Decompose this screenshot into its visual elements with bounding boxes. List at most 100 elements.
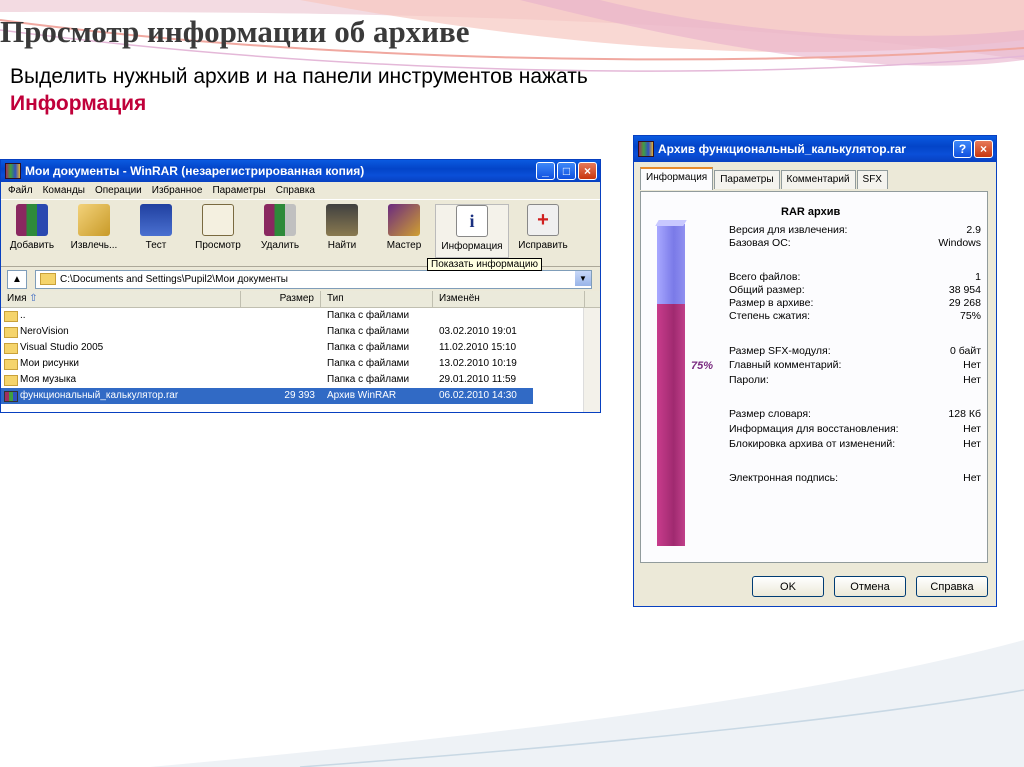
column-size[interactable]: Размер <box>241 291 321 307</box>
help-button[interactable]: Справка <box>916 576 988 597</box>
dialog-title: Архив функциональный_калькулятор.rar <box>658 142 906 156</box>
tab-comment[interactable]: Комментарий <box>780 170 856 189</box>
extract-icon <box>78 204 110 236</box>
close-button[interactable]: × <box>578 162 597 180</box>
file-size <box>241 356 321 372</box>
tool-label: Просмотр <box>195 240 241 251</box>
slide-instructions: Выделить нужный архив и на панели инстру… <box>10 63 588 117</box>
dialog-titlebar[interactable]: Архив функциональный_калькулятор.rar ? × <box>634 136 996 162</box>
file-modified: 13.02.2010 10:19 <box>439 358 517 369</box>
file-modified: 11.02.2010 15:10 <box>439 342 517 353</box>
file-row-selected[interactable]: функциональный_калькулятор.rar 29 393 Ар… <box>1 388 533 404</box>
info-row: Общий размер: 38 954 <box>729 284 981 297</box>
file-row[interactable]: NeroVision Папка с файлами 03.02.2010 19… <box>1 324 600 340</box>
winrar-app-icon <box>5 163 21 179</box>
repair-button[interactable]: + Исправить <box>509 204 577 251</box>
find-button[interactable]: Найти <box>311 204 373 251</box>
address-field[interactable]: C:\Documents and Settings\Pupil2\Мои док… <box>35 269 592 289</box>
file-size <box>241 324 321 340</box>
wizard-icon <box>388 204 420 236</box>
info-value: 29 268 <box>948 297 981 309</box>
folder-icon <box>4 374 18 386</box>
column-name[interactable]: Имя ⇧ <box>1 291 241 307</box>
file-modified <box>433 308 585 324</box>
info-icon: i <box>456 205 488 237</box>
info-row: Размер в архиве: 29 268 <box>729 297 981 310</box>
repair-icon: + <box>527 204 559 236</box>
file-row[interactable]: Моя музыка Папка с файлами 29.01.2010 11… <box>1 372 600 388</box>
winrar-titlebar[interactable]: Мои документы - WinRAR (незарегистрирова… <box>1 160 600 182</box>
winrar-window-title: Мои документы - WinRAR (незарегистрирова… <box>25 164 365 178</box>
minimize-button[interactable]: _ <box>536 162 555 180</box>
view-button[interactable]: Просмотр <box>187 204 249 251</box>
compression-ratio-label: 75% <box>691 360 714 372</box>
tab-sfx[interactable]: SFX <box>856 170 888 189</box>
tool-label: Добавить <box>9 240 55 251</box>
test-button[interactable]: Тест <box>125 204 187 251</box>
info-value: Нет <box>963 359 981 371</box>
extract-button[interactable]: Извлечь... <box>63 204 125 251</box>
ok-button[interactable]: OK <box>752 576 824 597</box>
info-row: Информация для восстановления: Нет <box>729 423 981 436</box>
menu-help[interactable]: Справка <box>271 185 320 196</box>
delete-button[interactable]: Удалить <box>249 204 311 251</box>
up-folder-button[interactable]: ▲ <box>7 269 27 289</box>
maximize-button[interactable]: □ <box>557 162 576 180</box>
info-key: Размер в архиве: <box>729 297 814 309</box>
help-icon[interactable]: ? <box>953 140 972 158</box>
info-value: 128 Кб <box>948 408 981 420</box>
info-row: Базовая ОС: Windows <box>729 237 981 250</box>
tool-label: Найти <box>327 240 357 251</box>
column-type[interactable]: Тип <box>321 291 433 307</box>
compression-ratio-bar <box>655 220 687 546</box>
toolbar: Добавить Извлечь... Тест Просмотр Удалит… <box>1 199 600 271</box>
info-key: Информация для восстановления: <box>729 423 899 435</box>
cancel-button[interactable]: Отмена <box>834 576 906 597</box>
column-modified[interactable]: Изменён <box>433 291 585 307</box>
wizard-button[interactable]: Мастер <box>373 204 435 251</box>
rar-archive-icon <box>638 141 654 157</box>
info-value: 2.9 <box>966 224 981 236</box>
menu-commands[interactable]: Команды <box>38 185 90 196</box>
info-key: Электронная подпись: <box>729 472 839 484</box>
info-key: Пароли: <box>729 374 769 386</box>
menu-bar: Файл Команды Операции Избранное Параметр… <box>1 182 600 199</box>
folder-icon <box>4 342 18 354</box>
ratio-bar-remaining <box>657 224 685 304</box>
vertical-scrollbar[interactable] <box>583 308 600 412</box>
tab-options[interactable]: Параметры <box>714 170 780 189</box>
file-row[interactable]: Visual Studio 2005 Папка с файлами 11.02… <box>1 340 600 356</box>
menu-file[interactable]: Файл <box>3 185 38 196</box>
info-value: 0 байт <box>949 345 981 357</box>
chevron-down-icon[interactable]: ▼ <box>575 270 591 286</box>
menu-favorites[interactable]: Избранное <box>147 185 208 196</box>
info-value: 75% <box>959 310 981 322</box>
test-icon <box>140 204 172 236</box>
info-row: Электронная подпись: Нет <box>729 472 981 485</box>
info-button[interactable]: i Информация <box>435 204 509 258</box>
close-button[interactable]: × <box>974 140 993 158</box>
file-size <box>241 308 321 324</box>
add-button[interactable]: Добавить <box>1 204 63 251</box>
file-modified: 03.02.2010 19:01 <box>439 326 517 337</box>
file-type: Папка с файлами <box>327 358 410 369</box>
tab-info[interactable]: Информация <box>640 167 714 190</box>
file-type: Папка с файлами <box>327 374 410 385</box>
info-key: Размер SFX-модуля: <box>729 345 831 357</box>
file-row-parent[interactable]: .. Папка с файлами <box>1 308 600 324</box>
info-key: Степень сжатия: <box>729 310 811 322</box>
info-value: 1 <box>975 271 981 283</box>
info-value: Нет <box>963 423 981 435</box>
tool-label: Извлечь... <box>70 240 118 251</box>
info-value: 38 954 <box>948 284 981 296</box>
menu-operations[interactable]: Операции <box>90 185 147 196</box>
ratio-bar-cap <box>655 220 687 226</box>
file-type: Папка с файлами <box>327 326 410 337</box>
sort-arrow-icon: ⇧ <box>29 293 38 304</box>
tool-label: Удалить <box>260 240 300 251</box>
archive-type-heading: RAR архив <box>781 206 841 218</box>
menu-options[interactable]: Параметры <box>207 185 270 196</box>
file-row[interactable]: Мои рисунки Папка с файлами 13.02.2010 1… <box>1 356 600 372</box>
find-icon <box>326 204 358 236</box>
instruction-text: Выделить нужный архив и на панели инстру… <box>10 65 588 88</box>
